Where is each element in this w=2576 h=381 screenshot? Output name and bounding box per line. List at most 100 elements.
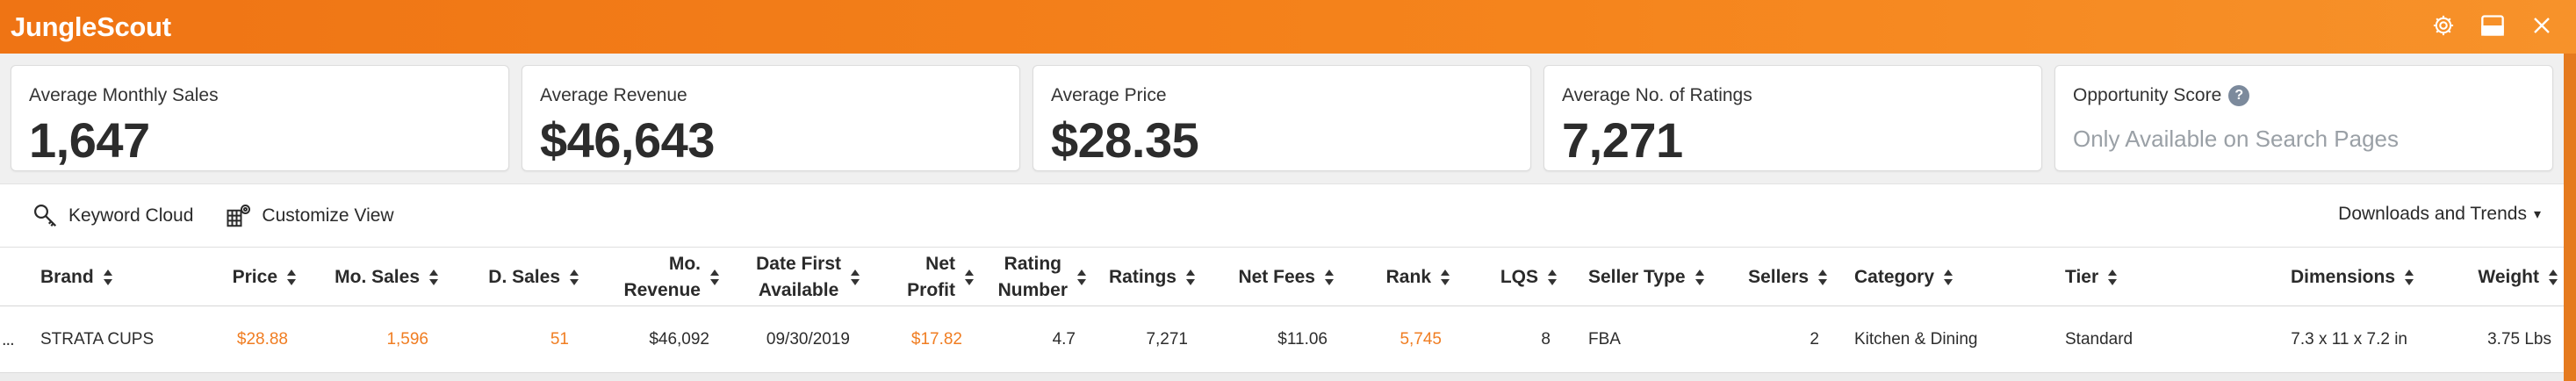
column-header-category[interactable]: Category: [1854, 248, 1986, 307]
cell-net-profit: $17.82: [910, 330, 962, 349]
sort-icon: [1943, 268, 1954, 287]
stat-card-average-ratings: Average No. of Ratings 7,271: [1543, 65, 2042, 171]
help-icon[interactable]: ?: [2228, 85, 2250, 106]
stat-label: Average Revenue: [540, 85, 687, 105]
column-label: Mo. Sales: [335, 267, 420, 287]
row-more-options[interactable]: ...: [0, 306, 15, 373]
column-label: Dimensions: [2290, 267, 2395, 287]
cell-price: $28.88: [236, 330, 288, 349]
column-header-net-fees[interactable]: Net Fees: [1212, 248, 1335, 307]
app-logo: JungleScout: [11, 11, 171, 42]
column-label-line: Rating: [1004, 254, 1061, 274]
cell-d-sales: 51: [550, 330, 569, 349]
sort-icon: [2548, 268, 2558, 287]
stat-card-average-price: Average Price $28.35: [1033, 65, 1531, 171]
column-header-weight[interactable]: Weight: [2441, 248, 2558, 307]
column-label-line: Profit: [907, 280, 955, 300]
column-label: Brand: [40, 267, 94, 287]
column-label: Seller Type: [1588, 267, 1686, 287]
customize-view-button[interactable]: Customize View: [225, 202, 394, 230]
sort-icon: [569, 268, 579, 287]
keyword-cloud-label: Keyword Cloud: [68, 205, 194, 226]
cell-net-fees: $11.06: [1277, 330, 1328, 349]
table-header: Brand Price Mo. Sales D. Sales Mo. Revenu…: [0, 247, 2564, 306]
sort-icon: [1324, 268, 1335, 287]
column-header-tier[interactable]: Tier: [2065, 248, 2135, 307]
cell-mo-revenue: $46,092: [649, 330, 709, 349]
column-header-mo-revenue[interactable]: Mo. Revenue: [597, 248, 720, 307]
cell-date-first-available: 09/30/2019: [766, 330, 850, 349]
app-header: JungleScout: [0, 0, 2576, 54]
opportunity-value: Only Available on Search Pages: [2073, 126, 2399, 152]
column-label: Date First Available: [756, 251, 841, 304]
keyword-cloud-button[interactable]: Keyword Cloud: [32, 202, 193, 230]
sort-icon: [103, 268, 113, 287]
sort-icon: [850, 268, 860, 287]
key-search-icon: [32, 202, 60, 230]
column-header-seller-type[interactable]: Seller Type: [1588, 248, 1729, 307]
customize-view-label: Customize View: [262, 205, 394, 226]
cell-seller-type: FBA: [1588, 330, 1621, 349]
sort-icon: [1440, 268, 1450, 287]
sort-icon: [1076, 268, 1087, 287]
column-label-line: Number: [997, 280, 1068, 300]
column-label: Net Profit: [907, 251, 955, 304]
column-header-rank[interactable]: Rank: [1370, 248, 1450, 307]
column-label: Rank: [1385, 267, 1431, 287]
sort-icon: [964, 268, 975, 287]
cell-rank: 5,745: [1400, 330, 1442, 349]
sort-icon: [2404, 268, 2414, 287]
column-label: Mo. Revenue: [623, 251, 701, 304]
junglescout-extension-window: JungleScout Average Monthly Sales 1,647 …: [0, 0, 2576, 381]
close-button[interactable]: [2527, 11, 2557, 40]
column-label: Category: [1854, 267, 1935, 287]
caret-down-icon: ▾: [2533, 207, 2541, 222]
stat-label: Average Price: [1051, 85, 1167, 105]
stat-card-average-monthly-sales: Average Monthly Sales 1,647: [11, 65, 509, 171]
downloads-trends-dropdown[interactable]: Downloads and Trends ▾: [2338, 204, 2541, 225]
column-label: Sellers: [1748, 267, 1809, 287]
minimize-button[interactable]: [2478, 11, 2508, 40]
gear-icon: [2433, 15, 2454, 36]
sort-icon: [2107, 268, 2118, 287]
downloads-label: Downloads and Trends: [2338, 204, 2527, 224]
cell-sellers: 2: [1810, 330, 1819, 349]
column-header-net-profit[interactable]: Net Profit: [878, 248, 975, 307]
cell-rating-number: 4.7: [1052, 330, 1076, 349]
results-toolbar: Keyword Cloud Customize View Downloads a…: [0, 183, 2564, 247]
stat-label: Average Monthly Sales: [29, 85, 219, 105]
column-label-line: Date First: [756, 254, 841, 274]
column-header-price[interactable]: Price: [193, 248, 297, 307]
settings-button[interactable]: [2428, 11, 2458, 40]
column-header-mo-sales[interactable]: Mo. Sales: [316, 248, 439, 307]
column-label: Price: [232, 267, 277, 287]
column-label: D. Sales: [488, 267, 560, 287]
stat-value: $28.35: [1051, 112, 1199, 168]
cell-tier: Standard: [2065, 330, 2133, 349]
column-label: Tier: [2065, 267, 2099, 287]
page-background-edge: [2564, 54, 2576, 381]
cell-category: Kitchen & Dining: [1854, 330, 1978, 349]
column-header-lqs[interactable]: LQS: [1475, 248, 1558, 307]
window-controls: [2428, 11, 2557, 40]
column-header-sellers[interactable]: Sellers: [1730, 248, 1828, 307]
column-header-brand[interactable]: Brand: [40, 248, 137, 307]
column-header-dimensions[interactable]: Dimensions: [2248, 248, 2414, 307]
column-label-line: Mo.: [668, 254, 701, 274]
column-header-date-first-available[interactable]: Date First Available: [738, 248, 860, 307]
close-icon: [2534, 18, 2550, 33]
cell-weight: 3.75 Lbs: [2487, 330, 2551, 349]
stat-value: $46,643: [540, 112, 715, 168]
column-label: Ratings: [1108, 267, 1176, 287]
column-header-d-sales[interactable]: D. Sales: [457, 248, 579, 307]
cell-dimensions: 7.3 x 11 x 7.2 in: [2291, 330, 2407, 349]
stat-card-average-revenue: Average Revenue $46,643: [522, 65, 1020, 171]
table-row[interactable]: ... STRATA CUPS $28.88 1,596 51 $46,092 …: [0, 306, 2564, 373]
sort-icon: [286, 268, 297, 287]
sort-icon: [1185, 268, 1196, 287]
grid-settings-icon: [225, 202, 253, 230]
column-header-ratings[interactable]: Ratings: [1097, 248, 1196, 307]
column-header-rating-number[interactable]: Rating Number: [983, 248, 1087, 307]
column-label: Net Fees: [1238, 267, 1315, 287]
sort-icon: [709, 268, 720, 287]
